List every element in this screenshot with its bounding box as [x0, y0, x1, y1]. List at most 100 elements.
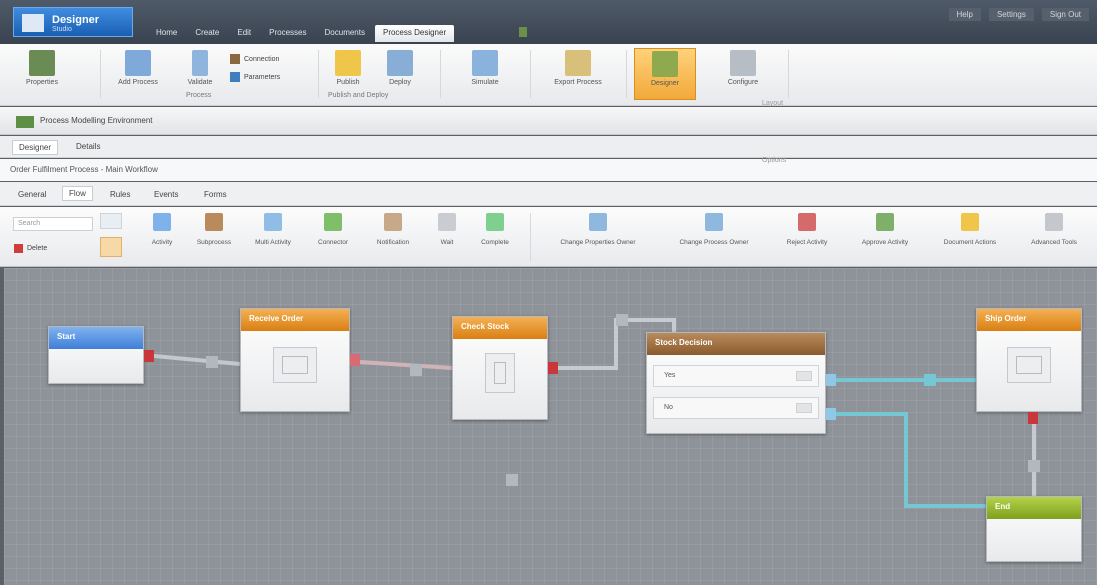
toolbar-separator: [530, 213, 531, 261]
node-start-output-port[interactable]: [144, 350, 154, 362]
page-tab-rules[interactable]: Rules: [104, 188, 136, 201]
decision-row-tag: [796, 371, 812, 381]
node-check-stock-header: Check Stock: [453, 317, 547, 339]
ribbon-separator: [440, 50, 441, 98]
tool-approve-activity[interactable]: Approve Activity: [848, 213, 922, 246]
designer-icon: [652, 51, 678, 77]
configure-icon: [730, 50, 756, 76]
delete-button[interactable]: Delete: [14, 244, 47, 253]
tool-document-actions[interactable]: Document Actions: [930, 213, 1010, 246]
ribbon-add-process-button[interactable]: Add Process: [108, 48, 168, 100]
ribbon-separator: [788, 50, 789, 98]
decision-no-output-port[interactable]: [826, 408, 836, 420]
wire-receive-to-check[interactable]: [359, 360, 453, 370]
menu-tab-create[interactable]: Create: [187, 25, 227, 42]
node-receive-order-output-port[interactable]: [350, 354, 360, 366]
breadcrumb-text[interactable]: Process Modelling Environment: [40, 116, 153, 125]
shape-selector[interactable]: [98, 213, 124, 263]
subtab-designer[interactable]: Designer: [12, 140, 59, 155]
settings-link[interactable]: Settings: [988, 8, 1034, 21]
menu-tab-documents[interactable]: Documents: [317, 25, 373, 42]
validate-icon: [192, 50, 208, 76]
ribbon-properties-button[interactable]: Properties: [14, 48, 70, 100]
ribbon-simulate-button[interactable]: Simulate: [450, 48, 520, 100]
tool-change-process-owner[interactable]: Change Process Owner: [664, 213, 764, 246]
ribbon-button-label: Configure: [727, 79, 759, 86]
node-start-header: Start: [49, 327, 143, 349]
node-ship-order-output-port[interactable]: [1028, 412, 1038, 424]
decision-row-yes[interactable]: Yes: [653, 365, 819, 387]
wire-handle[interactable]: [206, 356, 218, 368]
wire-handle[interactable]: [410, 364, 422, 376]
pointer-icon: [100, 213, 122, 229]
page-tab-events[interactable]: Events: [148, 188, 184, 201]
ribbon-separator: [318, 50, 319, 98]
sign-out-link[interactable]: Sign Out: [1041, 8, 1089, 21]
tool-reject-activity[interactable]: Reject Activity: [772, 213, 842, 246]
ribbon-configure-button[interactable]: Configure: [708, 48, 778, 100]
app-logo[interactable]: Designer Studio: [13, 7, 133, 37]
ribbon-button-label: Properties: [26, 79, 58, 86]
page-tab-general[interactable]: General: [12, 188, 52, 201]
change-process-owner-icon: [705, 213, 723, 231]
designer-toolbar: Search Delete Activity Subprocess Multi …: [0, 207, 1097, 267]
sub-tabs: Designer Details: [0, 136, 1097, 158]
menu-tab-home[interactable]: Home: [148, 25, 185, 42]
menu-tab-processes[interactable]: Processes: [261, 25, 314, 42]
wire-handle[interactable]: [924, 374, 936, 386]
gear-icon: [485, 353, 515, 394]
canvas-marker[interactable]: [506, 474, 518, 486]
page-tab-flow[interactable]: Flow: [62, 186, 93, 201]
ribbon-parameters-item[interactable]: Parameters: [230, 72, 280, 82]
tool-change-properties-owner[interactable]: Change Properties Owner: [540, 213, 656, 246]
ribbon-separator: [100, 50, 101, 98]
node-check-stock[interactable]: Check Stock: [452, 316, 548, 420]
node-stock-decision[interactable]: Stock Decision Yes No: [646, 332, 826, 434]
tool-notification[interactable]: Notification: [366, 213, 420, 246]
wire-handle[interactable]: [616, 314, 628, 326]
node-start[interactable]: Start: [48, 326, 144, 384]
ribbon-designer-button[interactable]: Designer: [634, 48, 696, 100]
ribbon-export-process-button[interactable]: Export Process: [538, 48, 618, 100]
tool-wait[interactable]: Wait: [432, 213, 462, 246]
tool-subprocess[interactable]: Subprocess: [192, 213, 236, 246]
logo-mark-icon: [22, 14, 44, 32]
decision-yes-output-port[interactable]: [826, 374, 836, 386]
ribbon-button-label: Simulate: [471, 79, 499, 86]
search-input[interactable]: Search: [13, 217, 93, 231]
parameters-icon: [230, 72, 240, 82]
tool-label: Connector: [318, 239, 348, 246]
decision-row-no[interactable]: No: [653, 397, 819, 419]
menu-tab-process-designer[interactable]: Process Designer: [374, 25, 455, 42]
tool-activity[interactable]: Activity: [142, 213, 182, 246]
page-tab-forms[interactable]: Forms: [198, 188, 233, 201]
menu-tab-edit[interactable]: Edit: [229, 25, 259, 42]
tool-complete[interactable]: Complete: [472, 213, 518, 246]
subprocess-icon: [205, 213, 223, 231]
app-subtitle: Studio: [52, 26, 72, 33]
process-canvas[interactable]: Start Receive Order Check Stock Stock De…: [4, 268, 1097, 585]
decision-row-tag: [796, 403, 812, 413]
subtab-details[interactable]: Details: [70, 140, 106, 153]
tool-connector[interactable]: Connector: [310, 213, 356, 246]
tool-advanced-tools[interactable]: Advanced Tools: [1018, 213, 1090, 246]
tool-label: Advanced Tools: [1031, 239, 1077, 246]
wire-no-to-end[interactable]: [832, 412, 986, 508]
wire-handle[interactable]: [1028, 460, 1040, 472]
node-end[interactable]: End: [986, 496, 1082, 562]
help-link[interactable]: Help: [948, 8, 981, 21]
section-options-label[interactable]: Options: [762, 157, 786, 164]
multi-activity-icon: [264, 213, 282, 231]
node-check-stock-output-port[interactable]: [548, 362, 558, 374]
export-icon: [565, 50, 591, 76]
notification-icon: [384, 213, 402, 231]
tool-multi-activity[interactable]: Multi Activity: [246, 213, 300, 246]
node-ship-order[interactable]: Ship Order: [976, 308, 1082, 412]
decision-row-label: No: [664, 404, 673, 411]
node-receive-order[interactable]: Receive Order: [240, 308, 350, 412]
breadcrumb: Process Modelling Environment: [0, 107, 1097, 135]
ribbon-button-label: Publish: [336, 79, 360, 86]
wire-start-to-receive[interactable]: [153, 354, 241, 366]
ribbon-connection-item[interactable]: Connection: [230, 54, 279, 64]
approve-icon: [876, 213, 894, 231]
